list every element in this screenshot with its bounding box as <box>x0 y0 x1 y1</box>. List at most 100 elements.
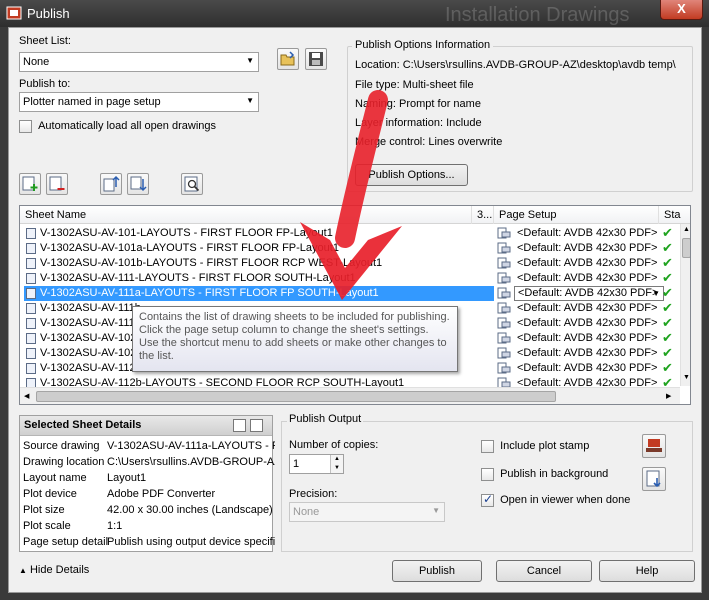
precision-select[interactable]: None ▼ <box>289 502 445 522</box>
plot-stamp-option[interactable]: Include plot stamp <box>481 440 589 453</box>
sheet-layout-icon <box>26 228 36 239</box>
remove-sheets-button[interactable] <box>46 173 68 195</box>
scroll-down-arrow[interactable]: ▼ <box>681 374 690 381</box>
column-sheet-name[interactable]: Sheet Name <box>25 209 86 221</box>
sheet-name-text: V-1302ASU-AV-102-L <box>40 347 147 359</box>
auto-load-label: Automatically load all open drawings <box>38 120 216 133</box>
horizontal-scrollbar[interactable]: ◀ ▶ <box>20 387 680 404</box>
sheet-name-cell[interactable]: V-1302ASU-AV-111-LAYOUTS - FIRST FLOOR S… <box>24 271 494 286</box>
column-number[interactable]: 3... <box>477 209 492 221</box>
sheet-list-select[interactable]: None ▼ <box>19 52 259 72</box>
publish-dialog: Sheet List: None ▼ Publish to: Plotter n… <box>8 27 702 593</box>
publish-log-button[interactable] <box>642 467 666 491</box>
download-sheet-icon <box>646 470 661 488</box>
auto-load-checkbox[interactable] <box>19 120 32 133</box>
page-setup-select[interactable]: <Default: AVDB 42x30 PDF> ▼ <box>514 286 664 301</box>
move-sheet-down-button[interactable] <box>127 173 149 195</box>
detail-key: Plot scale <box>23 520 71 532</box>
auto-load-option[interactable]: Automatically load all open drawings <box>19 120 216 133</box>
hide-details-toggle[interactable]: ▲ Hide Details <box>19 564 89 576</box>
sheet-layout-icon <box>26 258 36 269</box>
close-button[interactable]: X <box>660 0 703 20</box>
merge-control-info: Merge control: Lines overwrite <box>355 136 503 148</box>
page-setup-icon <box>497 257 511 269</box>
scroll-left-arrow[interactable]: ◀ <box>24 392 29 400</box>
page-setup-icon <box>497 317 511 329</box>
page-setup-value: <Default: AVDB 42x30 PDF> <box>518 287 659 299</box>
background-window-title: Installation Drawings <box>445 4 630 26</box>
cancel-button[interactable]: Cancel <box>496 560 592 582</box>
page-setup-cell[interactable]: <Default: AVDB 42x30 PDF> <box>517 346 657 361</box>
page-setup-cell[interactable]: <Default: AVDB 42x30 PDF> <box>517 361 657 376</box>
save-sheet-list-button[interactable] <box>305 48 327 70</box>
sheet-layout-icon <box>26 288 36 299</box>
sheet-name-cell[interactable]: V-1302ASU-AV-111a-LAYOUTS - FIRST FLOOR … <box>24 286 494 301</box>
add-sheets-button[interactable] <box>19 173 41 195</box>
load-sheet-list-button[interactable] <box>277 48 299 70</box>
detail-value: V-1302ASU-AV-111a-LAYOUTS - FI... <box>107 440 275 452</box>
page-setup-cell[interactable]: <Default: AVDB 42x30 PDF> <box>517 256 657 271</box>
hide-details-label: Hide Details <box>29 564 90 576</box>
column-status[interactable]: Sta <box>664 209 681 221</box>
publish-options-button[interactable]: Publish Options... <box>355 164 468 186</box>
column-divider <box>658 206 659 224</box>
details-title: Selected Sheet Details <box>24 419 142 431</box>
detail-value: 42.00 x 30.00 inches (Landscape) <box>107 504 273 516</box>
chevron-down-icon: ▼ <box>432 506 440 515</box>
page-setup-cell[interactable]: <Default: AVDB 42x30 PDF> <box>517 271 657 286</box>
page-setup-cell[interactable]: <Default: AVDB 42x30 PDF> <box>517 241 657 256</box>
refresh-icon[interactable] <box>250 419 263 432</box>
plot-stamp-settings-button[interactable] <box>642 434 666 458</box>
table-row[interactable]: V-1302ASU-AV-111-LAYOUTS - FIRST FLOOR S… <box>20 270 680 286</box>
scroll-thumb[interactable] <box>682 238 690 258</box>
copies-value: 1 <box>293 458 300 470</box>
chevron-down-icon: ▼ <box>652 289 660 298</box>
copies-spinner[interactable]: 1 ▲ ▼ <box>289 454 344 474</box>
file-type-info: File type: Multi-sheet file <box>355 79 474 91</box>
scroll-up-arrow[interactable]: ▲ <box>681 226 690 233</box>
column-page-setup[interactable]: Page Setup <box>499 209 557 221</box>
viewer-checkbox[interactable] <box>481 492 494 507</box>
page-setup-icon <box>497 332 511 344</box>
background-option[interactable]: Publish in background <box>481 468 608 481</box>
sheet-name-cell[interactable]: V-1302ASU-AV-101b-LAYOUTS - FIRST FLOOR … <box>24 256 494 271</box>
selected-sheet-details-panel: Selected Sheet Details Source drawing V-1… <box>19 415 275 552</box>
sheet-name-cell[interactable]: V-1302ASU-AV-101-LAYOUTS - FIRST FLOOR F… <box>24 226 494 241</box>
sheet-name-text: V-1302ASU-AV-101-LAYOUTS - FIRST FLOOR F… <box>40 227 333 239</box>
table-row[interactable]: V-1302ASU-AV-101-LAYOUTS - FIRST FLOOR F… <box>20 225 680 241</box>
sheet-name-text: V-1302ASU-AV-101a-LAYOUTS - FIRST FLOOR … <box>40 242 339 254</box>
vertical-scrollbar[interactable]: ▲ ▼ <box>680 224 690 386</box>
viewer-option[interactable]: Open in viewer when done <box>481 492 631 507</box>
publish-button[interactable]: Publish <box>392 560 482 582</box>
detail-value: Adobe PDF Converter <box>107 488 216 500</box>
page-setup-cell[interactable]: <Default: AVDB 42x30 PDF> <box>517 301 657 316</box>
plot-stamp-checkbox[interactable] <box>481 440 494 453</box>
collapse-icon[interactable] <box>233 419 246 432</box>
status-ok-icon: ✔ <box>662 330 673 345</box>
sheet-name-cell[interactable]: V-1302ASU-AV-101a-LAYOUTS - FIRST FLOOR … <box>24 241 494 256</box>
detail-key: Page setup detail <box>23 536 109 548</box>
table-header: Sheet Name 3... Page Setup Sta <box>20 206 690 224</box>
publish-output-legend: Publish Output <box>287 413 364 425</box>
publish-to-select[interactable]: Plotter named in page setup ▼ <box>19 92 259 112</box>
page-setup-cell[interactable]: <Default: AVDB 42x30 PDF> <box>517 316 657 331</box>
move-up-icon <box>103 175 120 192</box>
page-setup-cell[interactable]: <Default: AVDB 42x30 PDF> <box>517 226 657 241</box>
background-checkbox[interactable] <box>481 468 494 481</box>
sheet-layout-icon <box>26 333 36 344</box>
open-folder-icon <box>280 51 295 66</box>
details-header: Selected Sheet Details <box>20 416 272 436</box>
status-ok-icon: ✔ <box>662 270 673 285</box>
help-button[interactable]: Help <box>599 560 695 582</box>
spinner-arrows[interactable]: ▲ ▼ <box>330 455 343 473</box>
scroll-right-arrow[interactable]: ▶ <box>666 392 671 400</box>
move-sheet-up-button[interactable] <box>100 173 122 195</box>
table-row[interactable]: V-1302ASU-AV-101b-LAYOUTS - FIRST FLOOR … <box>20 255 680 271</box>
table-row[interactable]: V-1302ASU-AV-111a-LAYOUTS - FIRST FLOOR … <box>20 285 680 301</box>
page-setup-cell[interactable]: <Default: AVDB 42x30 PDF> <box>517 331 657 346</box>
preview-button[interactable] <box>181 173 203 195</box>
scroll-thumb-horizontal[interactable] <box>36 391 556 402</box>
table-row[interactable]: V-1302ASU-AV-101a-LAYOUTS - FIRST FLOOR … <box>20 240 680 256</box>
sheet-list-table[interactable]: Sheet Name 3... Page Setup Sta V-1302ASU… <box>19 205 691 405</box>
viewer-label: Open in viewer when done <box>500 494 631 507</box>
